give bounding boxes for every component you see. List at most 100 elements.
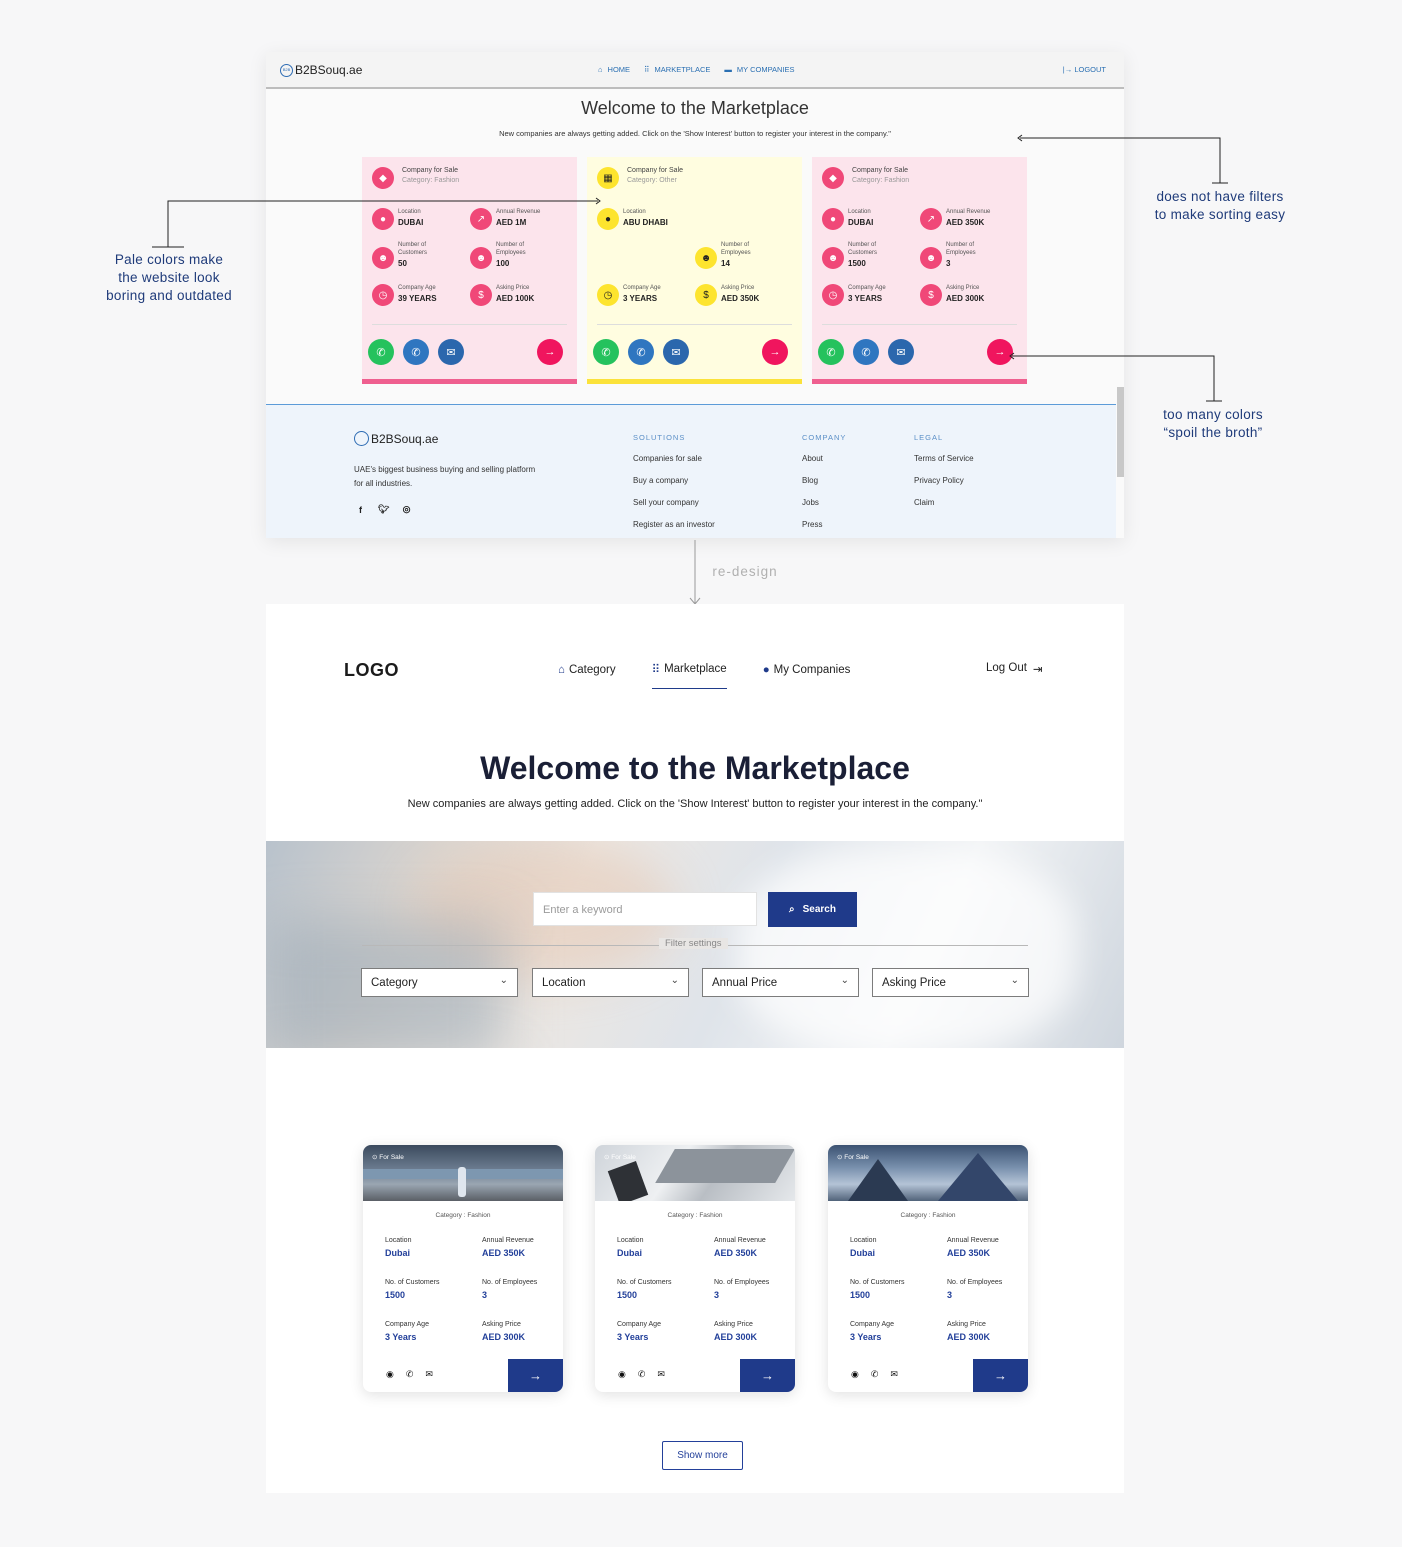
company-card: ⊙ For Sale Category : Fashion Location Du… — [828, 1145, 1028, 1392]
home-icon: ⌂ — [558, 663, 565, 676]
customers-value: 1500 — [385, 1290, 406, 1300]
mail-icon[interactable]: ✉ — [425, 1369, 433, 1380]
customers-value: 1500 — [617, 1290, 638, 1300]
location-dropdown[interactable]: Location ⌄ — [532, 968, 689, 997]
chevron-down-icon: ⌄ — [670, 975, 679, 986]
for-sale-label: For Sale — [611, 1154, 636, 1161]
view-company-button[interactable]: → — [508, 1359, 563, 1392]
employees-value: 3 — [947, 1290, 953, 1300]
nav-category[interactable]: ⌂ Category — [558, 662, 616, 689]
whatsapp-icon[interactable]: ◉ — [851, 1369, 859, 1380]
annotation-redesign: re-design — [712, 564, 778, 579]
field-label: No. of Employees — [714, 1279, 770, 1286]
chevron-down-icon: ⌄ — [1010, 975, 1019, 986]
for-sale-badge: ⊙ For Sale — [372, 1154, 404, 1161]
card-image: ⊙ For Sale — [363, 1145, 563, 1201]
nav-my-companies[interactable]: ● My Companies — [763, 662, 851, 689]
location-pin-icon: ● — [762, 663, 770, 676]
field-label: Asking Price — [482, 1321, 521, 1328]
field-label: Annual Revenue — [482, 1237, 534, 1244]
whatsapp-icon[interactable]: ◉ — [618, 1369, 626, 1380]
dropdown-value: Location — [542, 977, 586, 989]
arrow-right-icon: → — [994, 1368, 1007, 1383]
asking-price-dropdown[interactable]: Asking Price ⌄ — [872, 968, 1029, 997]
page-subtitle: New companies are always getting added. … — [407, 798, 983, 810]
colors-pointer-line — [1012, 355, 1215, 401]
field-label: Company Age — [850, 1321, 894, 1328]
location-value: Dubai — [385, 1248, 411, 1258]
page-title: Welcome to the Marketplace — [480, 750, 910, 786]
field-label: Asking Price — [714, 1321, 753, 1328]
card-category: Category : Fashion — [667, 1212, 723, 1219]
field-label: No. of Customers — [385, 1279, 440, 1286]
category-dropdown[interactable]: Category ⌄ — [361, 968, 518, 997]
price-value: AED 300K — [714, 1332, 758, 1342]
for-sale-badge: ⊙ For Sale — [837, 1154, 869, 1161]
arrow-right-icon: → — [529, 1368, 542, 1383]
location-value: Dubai — [617, 1248, 643, 1258]
main-nav: ⌂ Category ⠿ Marketplace ● My Companies — [558, 662, 850, 689]
revenue-value: AED 350K — [714, 1248, 758, 1258]
nav-marketplace-label: Marketplace — [664, 663, 727, 675]
search-input[interactable]: Enter a keyword — [533, 892, 757, 926]
mail-icon[interactable]: ✉ — [890, 1369, 898, 1380]
nav-my-companies-label: My Companies — [773, 663, 851, 676]
age-value: 3 Years — [850, 1332, 882, 1342]
annotation-too-many-colors: too many colors “spoil the broth” — [1163, 407, 1263, 440]
search-icon: ⌕ — [789, 904, 795, 915]
search-button[interactable]: ⌕ Search — [768, 892, 857, 927]
dropdown-value: Category — [371, 977, 418, 989]
hero-blur-shape — [736, 851, 1076, 1048]
revenue-value: AED 350K — [482, 1248, 526, 1258]
annotation-filters: does not have filters to make sorting ea… — [1154, 189, 1286, 222]
logo[interactable]: LOGO — [344, 660, 399, 681]
for-sale-badge: ⊙ For Sale — [604, 1154, 636, 1161]
location-value: Dubai — [850, 1248, 876, 1258]
company-card: ⊙ For Sale Category : Fashion Location Du… — [595, 1145, 795, 1392]
age-value: 3 Years — [617, 1332, 649, 1342]
field-label: No. of Employees — [947, 1279, 1003, 1286]
search-hero: Enter a keyword ⌕ Search Filter settings … — [266, 841, 1124, 1048]
company-card: ⊙ For Sale Category : Fashion Location Du… — [363, 1145, 563, 1392]
dropdown-value: Annual Price — [712, 977, 778, 989]
logout-label: Log Out — [986, 662, 1027, 674]
field-label: Annual Revenue — [714, 1237, 766, 1244]
nav-marketplace[interactable]: ⠿ Marketplace — [651, 662, 727, 689]
for-sale-label: For Sale — [844, 1154, 869, 1161]
redesign-screenshot: LOGO ⌂ Category ⠿ Marketplace ● My Companie… — [266, 604, 1124, 1493]
field-label: Location — [617, 1237, 644, 1244]
annotation-pale-colors: Pale colors make the website look boring… — [106, 252, 232, 303]
customers-value: 1500 — [850, 1290, 871, 1300]
for-sale-label: For Sale — [379, 1154, 404, 1161]
card-image: ⊙ For Sale — [828, 1145, 1028, 1201]
employees-value: 3 — [714, 1290, 720, 1300]
show-more-button[interactable]: Show more — [662, 1441, 743, 1470]
phone-icon[interactable]: ✆ — [871, 1369, 879, 1380]
field-label: Company Age — [385, 1321, 429, 1328]
mail-icon[interactable]: ✉ — [657, 1369, 665, 1380]
logout-button[interactable]: Log Out ⇥ — [986, 662, 1043, 676]
search-button-label: Search — [802, 904, 836, 915]
chevron-down-icon: ⌄ — [840, 975, 849, 986]
card-category: Category : Fashion — [435, 1212, 491, 1219]
view-company-button[interactable]: → — [740, 1359, 795, 1392]
view-company-button[interactable]: → — [973, 1359, 1028, 1392]
dropdown-value: Asking Price — [882, 977, 946, 989]
card-category: Category : Fashion — [900, 1212, 956, 1219]
field-label: Location — [385, 1237, 412, 1244]
field-label: Location — [850, 1237, 877, 1244]
pale-pointer-line — [167, 200, 598, 247]
nav-category-label: Category — [568, 663, 616, 676]
chevron-down-icon: ⌄ — [499, 975, 508, 986]
logout-icon: ⇥ — [1032, 664, 1043, 676]
grid-icon: ⠿ — [651, 664, 661, 676]
field-label: Company Age — [617, 1321, 661, 1328]
price-value: AED 300K — [482, 1332, 526, 1342]
field-label: No. of Customers — [617, 1279, 672, 1286]
annotation-lines — [152, 134, 1228, 605]
annual-price-dropdown[interactable]: Annual Price ⌄ — [702, 968, 859, 997]
whatsapp-icon[interactable]: ◉ — [386, 1369, 394, 1380]
price-value: AED 300K — [947, 1332, 991, 1342]
phone-icon[interactable]: ✆ — [406, 1369, 414, 1380]
phone-icon[interactable]: ✆ — [638, 1369, 646, 1380]
